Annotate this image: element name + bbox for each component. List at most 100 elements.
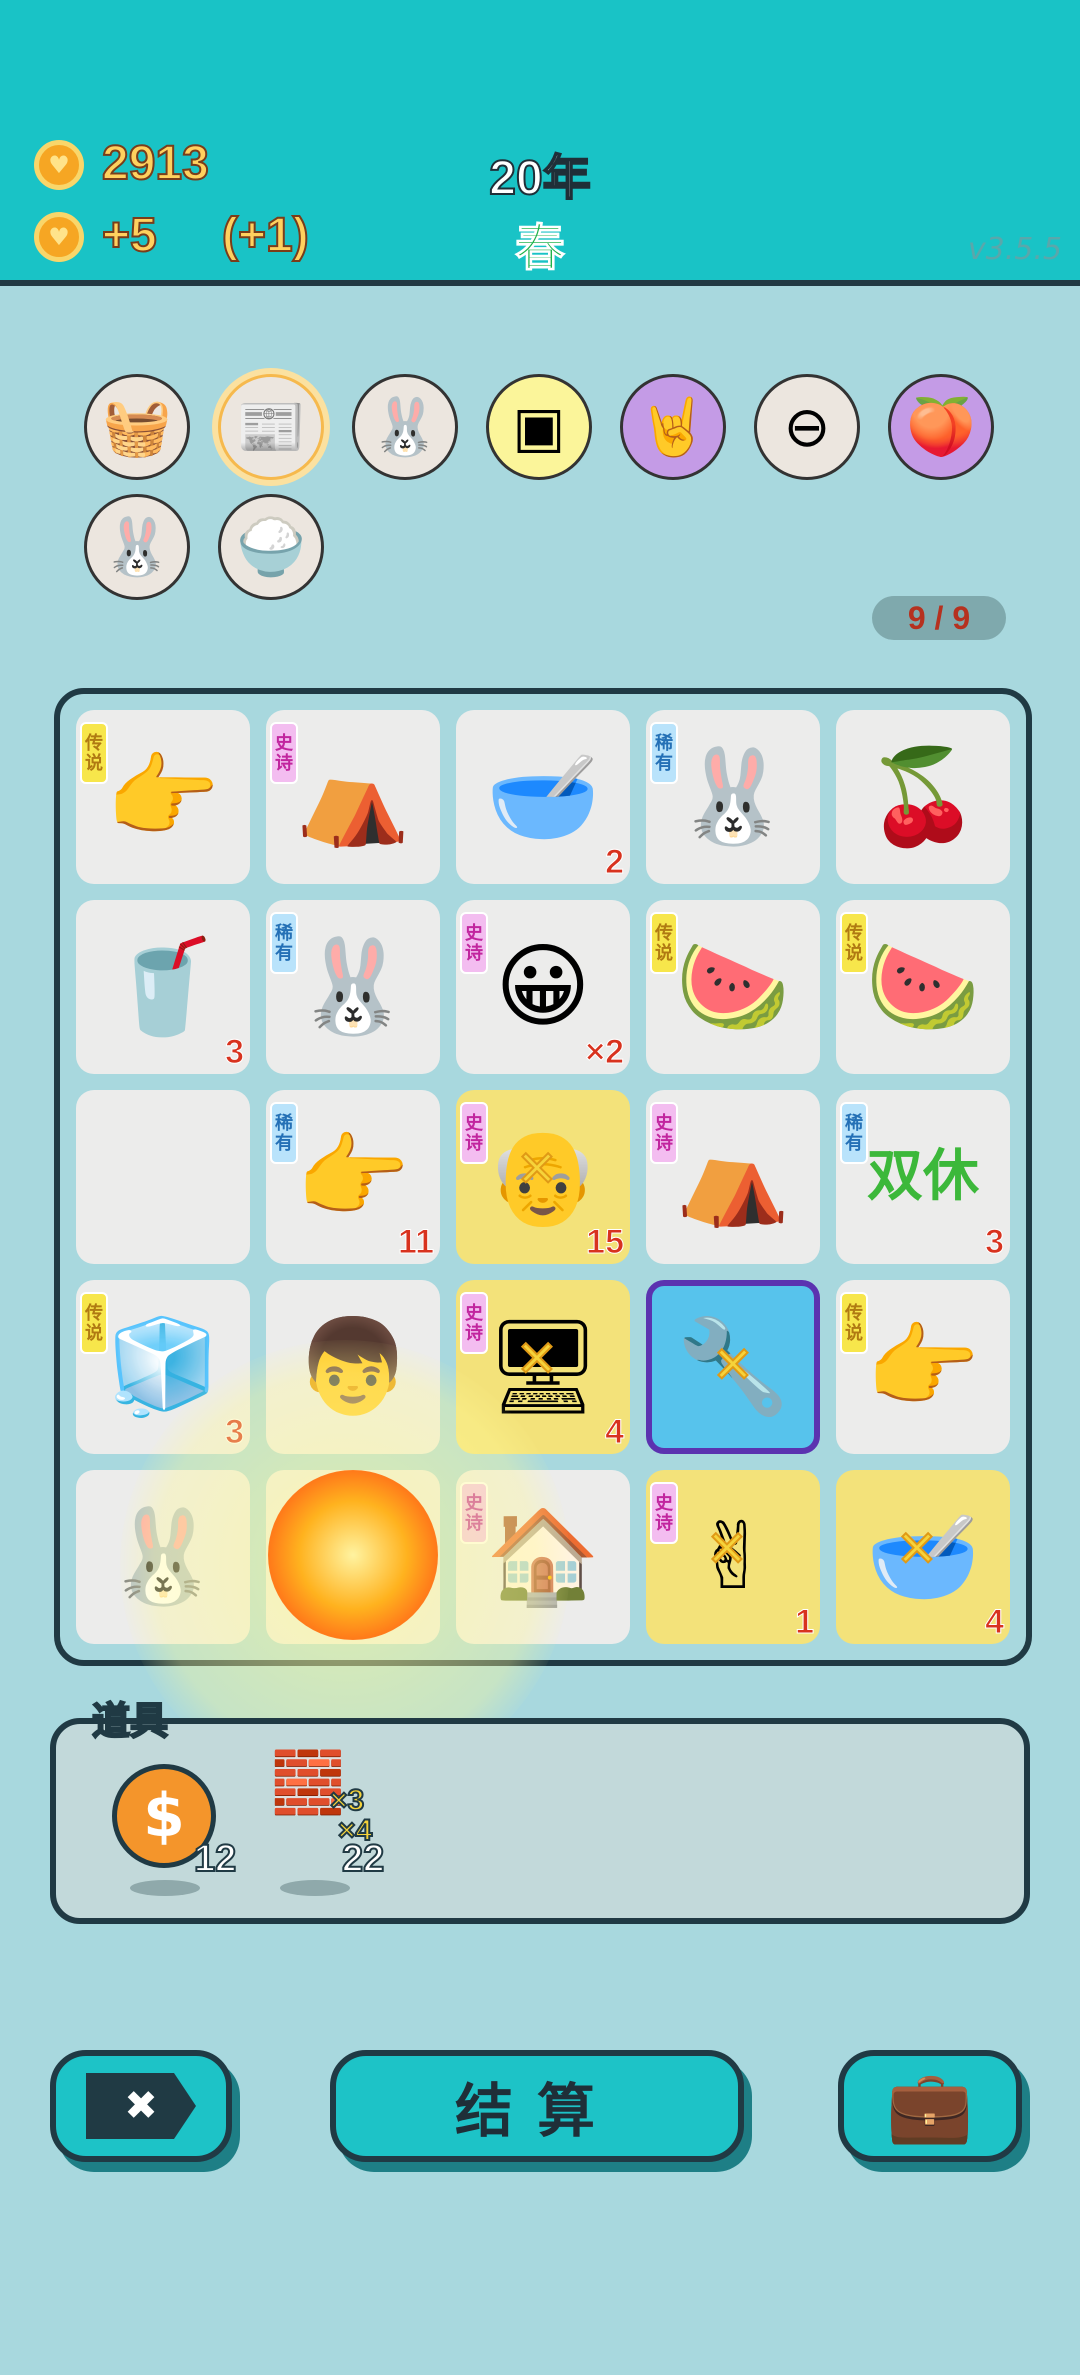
board-cell[interactable]: 🥣 2 (456, 710, 630, 884)
board-cell[interactable]: 🥣 4 ✕ (836, 1470, 1010, 1644)
board-cell[interactable]: 🥤 3 (76, 900, 250, 1074)
board-cell[interactable]: 双休 稀有 3 (836, 1090, 1010, 1264)
bunny-tent-icon: ⛺ (295, 743, 411, 850)
board-cell[interactable]: 🏠 史诗 (456, 1470, 630, 1644)
board-cell[interactable]: 👉 稀有 11 (266, 1090, 440, 1264)
bunny-icon[interactable]: 🐰 (84, 494, 190, 600)
season-label: 春 (515, 219, 566, 278)
briefcase-button[interactable]: 💼 (838, 2050, 1022, 2162)
board-cell[interactable]: ⛺ 史诗 (646, 1090, 820, 1264)
board-cell[interactable]: 🍒 (836, 710, 1010, 884)
rarity-tag: 传说 (80, 1292, 108, 1354)
board-cell[interactable] (76, 1090, 250, 1264)
rarity-tag: 史诗 (270, 722, 298, 784)
fridge-icon: 🧊 (105, 1313, 221, 1420)
income-bonus: (+1) (221, 208, 310, 263)
bricks-multiplier-1: ×3 (329, 1783, 365, 1818)
sparkle-x-icon: ✕ (515, 1139, 559, 1199)
coin-income: +5 (101, 208, 158, 263)
item-count: 4 (605, 1413, 625, 1452)
rarity-tag: 稀有 (270, 912, 298, 974)
rarity-tag: 史诗 (650, 1482, 678, 1544)
item-count: 2 (605, 843, 625, 882)
rarity-tag: 稀有 (840, 1102, 868, 1164)
briefcase-icon: 💼 (886, 2064, 974, 2147)
rarity-tag: 稀有 (270, 1102, 298, 1164)
item-count: ×2 (585, 1033, 625, 1072)
rice-bowl-icon[interactable]: 🍚 (218, 494, 324, 600)
board-cell[interactable]: 🐰 稀有 (266, 900, 440, 1074)
rock-hand-icon[interactable]: 🤘 (620, 374, 726, 480)
board-cell[interactable]: 🍉 传说 (836, 900, 1010, 1074)
board-cell[interactable]: 👉 传说 (76, 710, 250, 884)
soda-cup-icon: 🥤 (105, 933, 221, 1040)
slot-board: 👉 传说 ⛺ 史诗 🥣 2 🐰 稀有 🍒 🥤 3 🐰 稀有 😀 史诗 ×2 🍉 传说 🍉 传说 👉 稀有 11 👴 史诗 15 ✕ ⛺… (54, 688, 1032, 1666)
pointing-hand-icon: 👉 (865, 1313, 981, 1420)
items-panel-title: 道具 (91, 1697, 169, 1744)
item-count: 3 (225, 1413, 245, 1452)
board-cell[interactable]: 💥 (266, 1470, 440, 1644)
cpu-chip-icon[interactable]: ▣ (486, 374, 592, 480)
year-label: 20年 (488, 151, 591, 206)
top-status-bar: ♥ 2913 ♥ +5 (+1) 20年 春 v3.5.5 (0, 0, 1080, 286)
board-cell[interactable]: ✌ 史诗 1 ✕ (646, 1470, 820, 1644)
coin-income-icon: ♥ (34, 212, 84, 262)
bunny-tent-icon: ⛺ (675, 1123, 791, 1230)
board-cell[interactable]: 🍉 传说 (646, 900, 820, 1074)
time-magazine-icon[interactable]: 📰 (218, 374, 324, 480)
eyepatch-peach-icon[interactable]: 🍑 (888, 374, 994, 480)
rarity-tag: 史诗 (460, 1482, 488, 1544)
board-cell[interactable]: 🔧 ✕ (646, 1280, 820, 1454)
rarity-tag: 史诗 (460, 912, 488, 974)
settle-button-label: 结算 (454, 2077, 619, 2145)
boy-face-icon: 👦 (295, 1313, 411, 1420)
sparkle-x-icon: ✕ (705, 1519, 749, 1579)
sparkle-x-icon: ✕ (515, 1329, 559, 1389)
haunted-house-icon: 🏠 (485, 1503, 601, 1610)
close-icon: ✖ (86, 2073, 196, 2139)
rarity-tag: 传说 (650, 912, 678, 974)
rarity-tag: 稀有 (650, 722, 678, 784)
board-cell[interactable]: 🐰 (76, 1470, 250, 1644)
board-cell[interactable]: 🐰 稀有 (646, 710, 820, 884)
settle-button[interactable]: 结算 (330, 2050, 744, 2162)
item-count: 15 (586, 1223, 625, 1262)
item-count: 11 (398, 1223, 435, 1262)
rarity-tag: 史诗 (460, 1102, 488, 1164)
sparkle-x-icon: ✕ (711, 1335, 755, 1395)
sparkle-x-icon: ✕ (895, 1519, 939, 1579)
bunny-icon: 🐰 (105, 1503, 221, 1610)
soup-bowl-icon: 🥣 (485, 743, 601, 850)
board-cell[interactable]: 😀 史诗 ×2 (456, 900, 630, 1074)
brown-hand-star-icon: 👉 (295, 1123, 411, 1230)
board-cell[interactable]: 🧊 传说 3 (76, 1280, 250, 1454)
rarity-tag: 史诗 (650, 1102, 678, 1164)
slot-counter: 9 / 9 (872, 596, 1006, 640)
bunny-icon[interactable]: 🐰 (352, 374, 458, 480)
minus-circle-icon[interactable]: ⊖ (754, 374, 860, 480)
rarity-tag: 史诗 (460, 1292, 488, 1354)
version-label: v3.5.5 (967, 232, 1062, 267)
board-cell[interactable]: 👦 (266, 1280, 440, 1454)
cherry-icon: 🍒 (865, 743, 981, 850)
item-shadow (280, 1880, 350, 1896)
board-cell[interactable]: 👴 史诗 15 ✕ (456, 1090, 630, 1264)
coin-total: 2913 (101, 136, 210, 191)
bunny-icon: 🐰 (295, 933, 411, 1040)
6g-face-icon: 😀 (495, 933, 591, 1040)
rarity-tag: 传说 (840, 912, 868, 974)
close-button[interactable]: ✖ (50, 2050, 232, 2162)
item-count: 3 (225, 1033, 245, 1072)
board-cell[interactable]: 🖥 史诗 4 ✕ (456, 1280, 630, 1454)
pointing-hand-icon: 👉 (105, 743, 221, 850)
board-cell[interactable]: 👉 传说 (836, 1280, 1010, 1454)
fruit-basket-icon[interactable]: 🧺 (84, 374, 190, 480)
item-count: 3 (985, 1223, 1005, 1262)
item-count: 4 (985, 1603, 1005, 1642)
item-shadow (130, 1880, 200, 1896)
explosion-icon: 💥 (295, 1503, 411, 1610)
bunny-icon: 🐰 (675, 743, 791, 850)
double-weekend-icon: 双休 (867, 1144, 979, 1209)
item-count: 1 (795, 1603, 815, 1642)
board-cell[interactable]: ⛺ 史诗 (266, 710, 440, 884)
